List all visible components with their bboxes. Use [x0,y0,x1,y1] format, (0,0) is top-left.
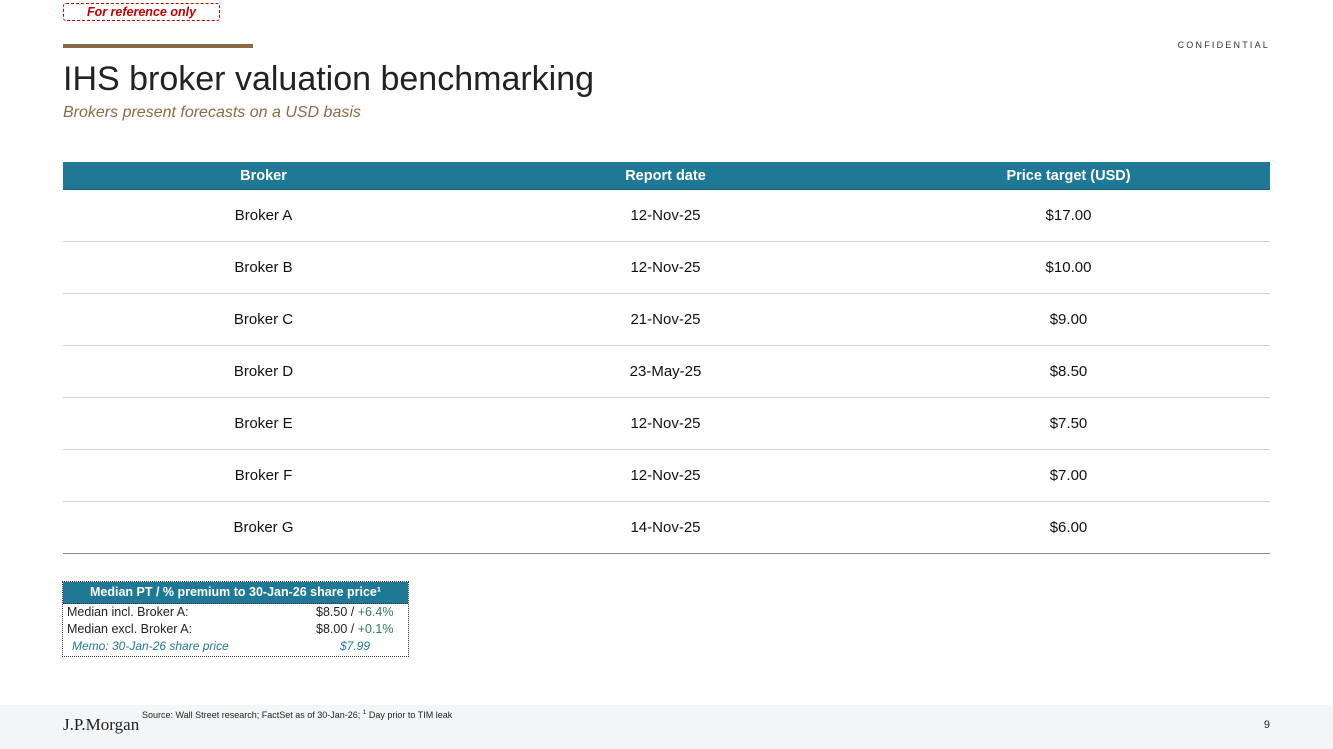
median-incl-label: Median incl. Broker A: [67,605,189,619]
median-excl-row: Median excl. Broker A: $8.00 / +0.1% [63,621,408,638]
report-date: 12-Nov-25 [464,189,867,242]
price-target: $7.00 [867,449,1270,502]
table-row: Broker G 14-Nov-25 $6.00 [63,501,1270,554]
broker-name: Broker E [63,397,464,450]
footer: Source: Wall Street research; FactSet as… [0,705,1333,749]
price-target: $8.50 [867,345,1270,398]
table-row: Broker E 12-Nov-25 $7.50 [63,397,1270,450]
source-prefix: Source: Wall Street research; FactSet as… [142,710,361,720]
table-row: Broker D 23-May-25 $8.50 [63,345,1270,398]
header-broker: Broker [63,162,464,190]
broker-table: Broker Report date Price target (USD) Br… [63,162,1270,554]
median-excl-value: $8.00 [316,622,348,636]
table-row: Broker A 12-Nov-25 $17.00 [63,189,1270,242]
price-target: $7.50 [867,397,1270,450]
table-header-row: Broker Report date Price target (USD) [63,162,1270,190]
reference-stamp: For reference only [63,3,220,21]
price-target: $6.00 [867,501,1270,554]
header-report-date: Report date [464,162,867,190]
report-date: 12-Nov-25 [464,449,867,502]
page-number: 9 [1263,719,1270,731]
page-subtitle: Brokers present forecasts on a USD basis [63,104,361,121]
median-excl-label: Median excl. Broker A: [67,622,193,636]
confidential-label: CONFIDENTIAL [1177,40,1270,50]
page-title: IHS broker valuation benchmarking [63,60,595,98]
median-excl-premium: +0.1% [357,622,394,636]
jpmorgan-logo: J.P.Morgan [63,715,140,734]
memo-share-price-row: Memo: 30-Jan-26 share price $7.99 [63,638,408,655]
price-target: $17.00 [867,189,1270,242]
broker-name: Broker C [63,293,464,346]
report-date: 21-Nov-25 [464,293,867,346]
table-row: Broker C 21-Nov-25 $9.00 [63,293,1270,346]
median-incl-premium: +6.4% [357,605,394,619]
median-excl-separator: / [347,622,358,636]
footnote-mark: 1 [362,709,367,716]
broker-name: Broker B [63,241,464,294]
report-date: 12-Nov-25 [464,241,867,294]
broker-name: Broker G [63,501,464,554]
broker-name: Broker D [63,345,464,398]
median-incl-row: Median incl. Broker A: $8.50 / +6.4% [63,604,408,621]
median-summary-box: Median PT / % premium to 30-Jan-26 share… [62,581,409,657]
report-date: 12-Nov-25 [464,397,867,450]
median-incl-value: $8.50 [316,605,348,619]
table-row: Broker F 12-Nov-25 $7.00 [63,449,1270,502]
broker-name: Broker F [63,449,464,502]
broker-name: Broker A [63,189,464,242]
source-suffix: Day prior to TIM leak [368,710,453,720]
memo-value: $7.99 [340,639,371,653]
median-excl-value-group: $8.00 / +0.1% [316,621,394,638]
median-summary-header: Median PT / % premium to 30-Jan-26 share… [63,582,408,604]
report-date: 23-May-25 [464,345,867,398]
header-price-target: Price target (USD) [867,162,1270,190]
memo-label: Memo: 30-Jan-26 share price [72,639,229,653]
price-target: $9.00 [867,293,1270,346]
median-incl-separator: / [347,605,358,619]
source-note: Source: Wall Street research; FactSet as… [142,709,452,720]
price-target: $10.00 [867,241,1270,294]
median-incl-value-group: $8.50 / +6.4% [316,604,394,621]
table-row: Broker B 12-Nov-25 $10.00 [63,241,1270,294]
title-accent-rule [63,44,253,48]
report-date: 14-Nov-25 [464,501,867,554]
